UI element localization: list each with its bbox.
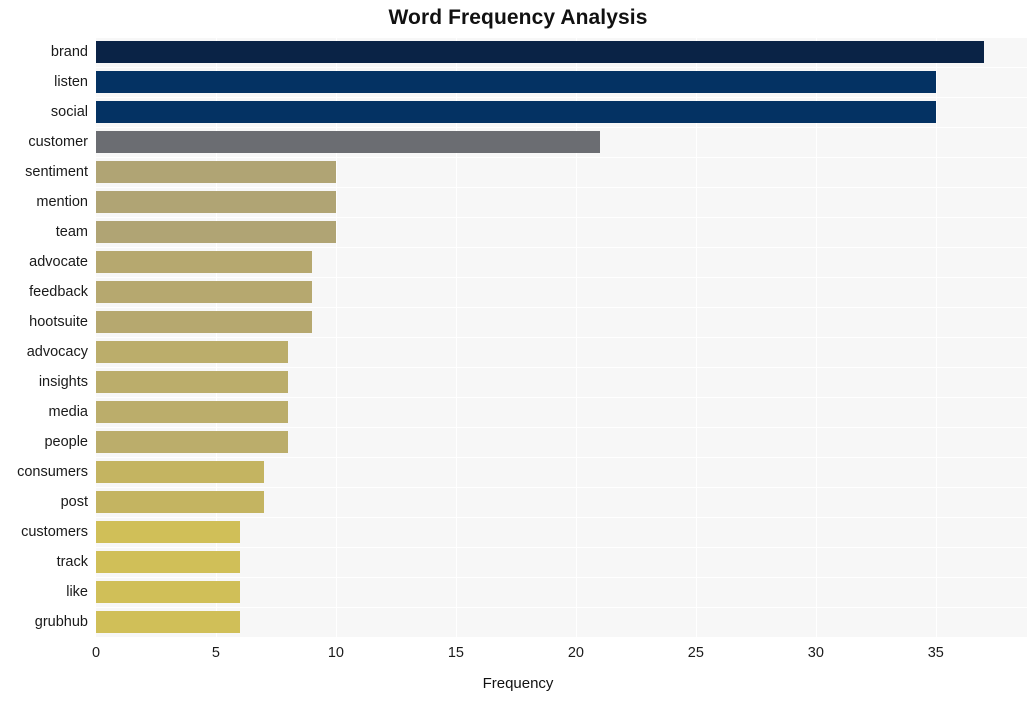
- bar: [96, 281, 312, 303]
- bar: [96, 221, 336, 243]
- y-axis-tick-label: post: [60, 494, 88, 510]
- y-axis-tick-label: feedback: [29, 284, 88, 300]
- x-axis-tick-label: 5: [211, 645, 221, 661]
- bar: [96, 581, 240, 603]
- bars-group: [96, 37, 1027, 637]
- y-axis-tick-label: grubhub: [34, 614, 88, 630]
- y-axis-tick-label: advocacy: [26, 344, 88, 360]
- y-axis-tick-label: consumers: [17, 464, 88, 480]
- word-frequency-chart-figure: Word Frequency Analysis brand listen socia…: [0, 0, 1036, 701]
- bar: [96, 311, 312, 333]
- y-axis-tick-label: brand: [50, 44, 88, 60]
- x-axis-tick-label: 30: [807, 645, 824, 661]
- x-axis-tick-label: 25: [687, 645, 704, 661]
- bar: [96, 371, 288, 393]
- y-axis-tick-label: mention: [36, 194, 88, 210]
- y-axis-tick-label: track: [56, 554, 88, 570]
- y-axis-tick-label: sentiment: [25, 164, 88, 180]
- horizontal-gridline: [96, 637, 1027, 638]
- bar: [96, 131, 600, 153]
- y-axis-tick-label: hootsuite: [29, 314, 88, 330]
- bar: [96, 71, 936, 93]
- bar: [96, 101, 936, 123]
- y-axis-tick-label: customer: [28, 134, 88, 150]
- y-axis-tick-label: people: [44, 434, 88, 450]
- x-axis-tick-label: 35: [927, 645, 944, 661]
- y-axis-tick-label: social: [50, 104, 88, 120]
- x-axis-tick-label: 0: [91, 645, 101, 661]
- y-axis-tick-label: customers: [21, 524, 88, 540]
- x-axis-tick-label: 15: [447, 645, 464, 661]
- bar: [96, 551, 240, 573]
- bar: [96, 191, 336, 213]
- x-axis-tick-labels: 0 5 10 15 20 25 30 35: [0, 645, 1036, 665]
- bar: [96, 161, 336, 183]
- bar: [96, 611, 240, 633]
- x-axis-tick-label: 10: [327, 645, 345, 661]
- y-axis-tick-label: insights: [38, 374, 88, 390]
- bar: [96, 341, 288, 363]
- y-axis-tick-label: team: [55, 224, 88, 240]
- bar: [96, 491, 264, 513]
- y-axis-tick-label: like: [66, 584, 88, 600]
- y-axis-tick-label: media: [48, 404, 89, 420]
- x-axis-title: Frequency: [482, 675, 554, 692]
- y-axis-labels: brand listen social customer sentiment mentio…: [0, 37, 88, 637]
- bar: [96, 41, 984, 63]
- plot-area: [96, 37, 1027, 638]
- x-axis-tick-label: 20: [567, 645, 584, 661]
- bar: [96, 401, 288, 423]
- y-axis-tick-label: listen: [54, 74, 88, 90]
- bar: [96, 461, 264, 483]
- bar: [96, 521, 240, 543]
- chart-title: Word Frequency Analysis: [388, 6, 648, 29]
- bar: [96, 431, 288, 453]
- y-axis-tick-label: advocate: [29, 254, 88, 270]
- bar: [96, 251, 312, 273]
